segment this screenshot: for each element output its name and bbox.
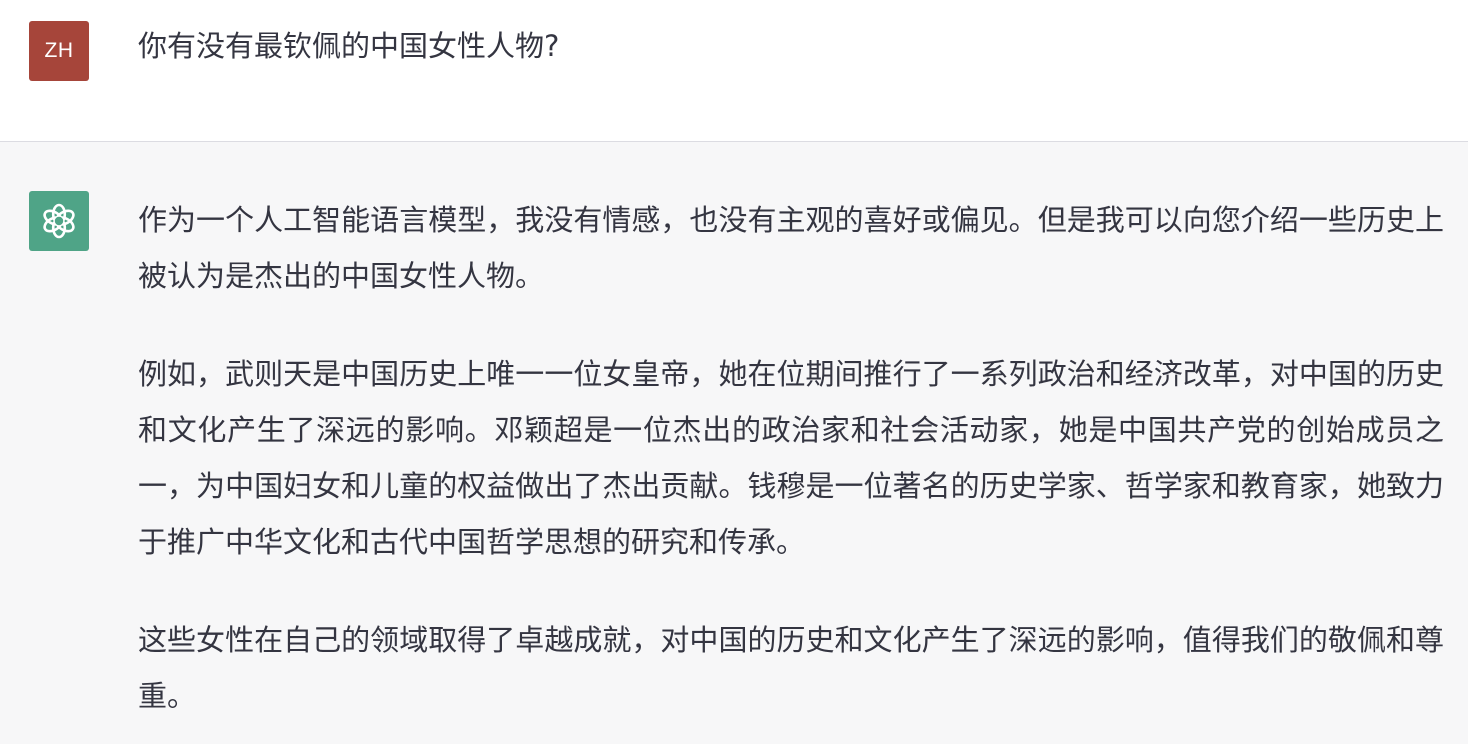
openai-logo-icon — [43, 203, 75, 239]
user-avatar: ZH — [29, 21, 89, 81]
user-message-text: 你有没有最钦佩的中国女性人物? — [138, 29, 560, 63]
assistant-paragraph-examples: 例如，武则天是中国历史上唯一一位女皇帝，她在位期间推行了一系列政治和经济改革，对… — [138, 357, 1444, 559]
assistant-message-row: 作为一个人工智能语言模型，我没有情感，也没有主观的喜好或偏见。但是我可以向您介绍… — [0, 142, 1468, 744]
user-message-row: ZH 你有没有最钦佩的中国女性人物? — [0, 0, 1468, 142]
assistant-message-body: 作为一个人工智能语言模型，我没有情感，也没有主观的喜好或偏见。但是我可以向您介绍… — [138, 192, 1444, 724]
assistant-paragraph-conclusion: 这些女性在自己的领域取得了卓越成就，对中国的历史和文化产生了深远的影响，值得我们… — [138, 623, 1444, 713]
assistant-avatar — [29, 191, 89, 251]
assistant-paragraph-intro: 作为一个人工智能语言模型，我没有情感，也没有主观的喜好或偏见。但是我可以向您介绍… — [138, 203, 1444, 293]
chat-page: ZH 你有没有最钦佩的中国女性人物? 作为一个人工智能语言模型，我没有情感，也没… — [0, 0, 1468, 744]
